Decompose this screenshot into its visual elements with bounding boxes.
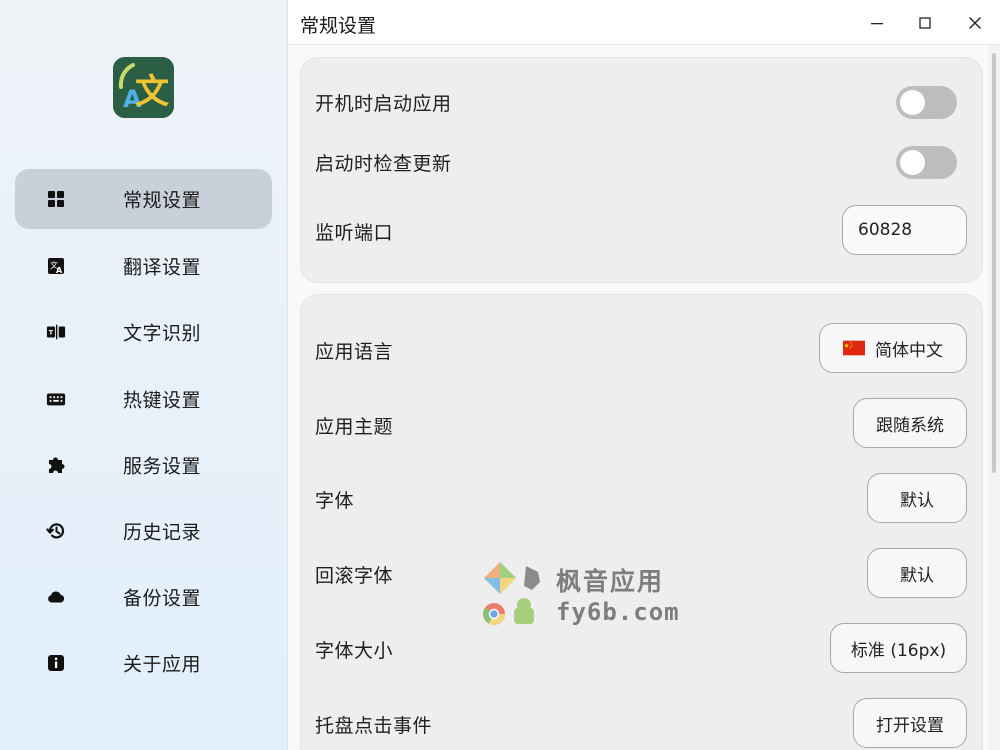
minimize-button[interactable] [852,0,902,45]
font-select[interactable]: 默认 [867,473,967,523]
toggle-knob [900,150,925,175]
watermark-logo-icon [483,562,540,625]
tray-click-label: 托盘点击事件 [315,715,433,737]
font-size-select[interactable]: 标准 (16px) [830,623,967,673]
svg-text:T: T [49,330,54,337]
sidebar-item-label: 文字识别 [123,322,202,345]
svg-text:A: A [56,266,63,275]
watermark-url: fy6b.com [556,598,680,626]
window-title: 常规设置 [300,15,377,37]
app-logo-icon: A 文 [113,57,174,118]
sidebar-item-general[interactable]: 常规设置 [15,169,272,229]
title-bar: 常规设置 [288,0,1000,45]
cloud-icon [45,586,67,608]
minimize-icon [871,22,883,24]
font-value: 默认 [900,490,934,511]
sidebar-item-label: 关于应用 [123,653,202,676]
language-value: 简体中文 [875,340,943,361]
history-icon [45,520,67,542]
watermark: 枫音应用 fy6b.com [480,558,690,633]
puzzle-icon [45,454,67,476]
sidebar-item-label: 历史记录 [123,521,202,544]
maximize-button[interactable] [900,0,950,45]
scrollbar[interactable] [988,45,1000,750]
fallback-font-value: 默认 [900,565,934,586]
tray-click-value: 打开设置 [876,715,944,736]
fallback-font-select[interactable]: 默认 [867,548,967,598]
theme-select[interactable]: 跟随系统 [853,398,967,448]
font-size-value: 标准 (16px) [850,640,947,661]
maximize-icon [919,16,931,29]
sidebar: A 文 常规设置 文A 翻译设置 T 文字识别 热键设置 服务设置 历史记录 备… [0,0,288,750]
check-update-label: 启动时检查更新 [315,153,452,175]
info-icon [45,652,67,674]
language-select[interactable]: 简体中文 [819,323,967,373]
port-label: 监听端口 [315,222,394,244]
sidebar-item-label: 服务设置 [123,455,202,478]
svg-text:文: 文 [135,72,169,112]
scrollbar-thumb[interactable] [992,53,996,473]
sidebar-item-ocr[interactable]: T 文字识别 [15,302,272,362]
fallback-font-label: 回滚字体 [315,565,394,587]
port-input[interactable]: 60828 [842,205,967,255]
theme-label: 应用主题 [315,416,394,438]
sidebar-item-label: 翻译设置 [123,256,202,279]
sidebar-item-backup[interactable]: 备份设置 [15,567,272,627]
keyboard-icon [45,388,67,410]
sidebar-item-hotkeys[interactable]: 热键设置 [15,369,272,429]
close-button[interactable] [950,0,1000,45]
sidebar-item-label: 热键设置 [123,389,202,412]
watermark-text: 枫音应用 [556,567,665,596]
sidebar-item-services[interactable]: 服务设置 [15,435,272,495]
autostart-label: 开机时启动应用 [315,93,452,115]
ocr-icon: T [45,321,67,343]
app-logo: A 文 [113,57,174,118]
sidebar-item-label: 常规设置 [123,189,202,212]
sidebar-item-history[interactable]: 历史记录 [15,501,272,561]
sidebar-item-about[interactable]: 关于应用 [15,633,272,693]
font-label: 字体 [315,490,355,512]
font-size-label: 字体大小 [315,640,394,662]
translate-icon: 文A [45,255,67,277]
sidebar-item-label: 备份设置 [123,587,202,610]
china-flag-icon [843,340,865,356]
theme-value: 跟随系统 [876,415,944,436]
language-label: 应用语言 [315,341,394,363]
grid-icon [45,188,67,210]
close-icon [969,16,981,29]
check-update-toggle[interactable] [896,146,957,179]
sidebar-item-translate[interactable]: 文A 翻译设置 [15,236,272,296]
tray-click-select[interactable]: 打开设置 [853,698,967,748]
autostart-toggle[interactable] [896,86,957,119]
toggle-knob [900,90,925,115]
